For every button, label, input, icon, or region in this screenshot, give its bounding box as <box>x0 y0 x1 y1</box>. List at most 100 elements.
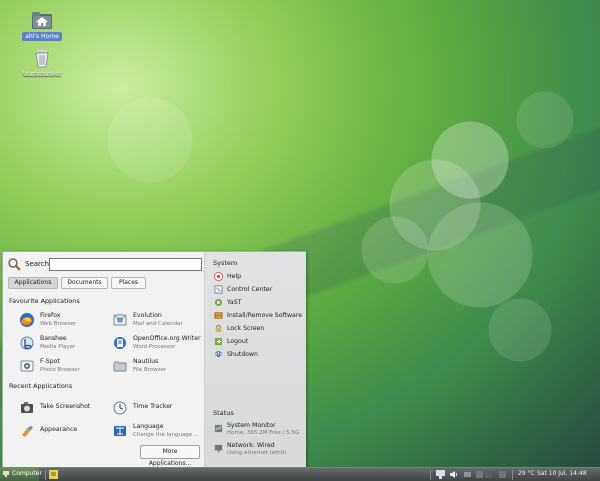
appearance-icon <box>22 425 33 437</box>
computer-menu-button[interactable]: Computer <box>0 468 42 481</box>
app-name: Firefox <box>40 312 61 319</box>
app-description: Mail and Calendar <box>133 321 183 327</box>
app-nautilus[interactable]: Nautilus File Browser <box>106 355 198 375</box>
system-item-label: YaST <box>227 299 242 306</box>
status-description: Using ethernet (eth0) <box>227 450 287 456</box>
trash-icon <box>35 50 49 68</box>
app-description: Change the language ... <box>133 432 200 438</box>
applet-icon[interactable] <box>462 469 473 480</box>
app-name: Nautilus <box>133 358 159 365</box>
system-item-label: Install/Remove Software <box>227 312 303 319</box>
logout-icon <box>214 337 223 346</box>
search-icon <box>8 258 21 271</box>
status-item-system-monitor[interactable]: System Monitor Home: 365.2M Free / 5.5G <box>213 421 303 439</box>
app-openoffice-writer[interactable]: OpenOffice.org Writer Word Processor <box>106 332 201 352</box>
desktop-icon-label: Wastebasket <box>22 71 62 78</box>
system-item-install-remove[interactable]: Install/Remove Software <box>213 310 303 322</box>
system-pane: System Help Control Center YaST Install/… <box>204 252 306 468</box>
app-language[interactable]: Language Change the language ... <box>106 420 200 440</box>
screenshot-icon <box>21 402 33 413</box>
app-f-spot[interactable]: F-Spot Photo Browser <box>13 355 105 375</box>
system-item-lock-screen[interactable]: Lock Screen <box>213 323 303 335</box>
temperature-display[interactable]: 29 °C <box>518 470 535 477</box>
tab-places[interactable]: Places <box>111 277 146 289</box>
shutdown-icon <box>214 350 223 359</box>
panel-icon[interactable] <box>497 469 508 480</box>
time-tracker-icon <box>113 401 127 415</box>
status-title: Status <box>213 409 234 417</box>
app-description: File Browser <box>133 367 167 373</box>
firefox-icon <box>20 313 34 327</box>
system-item-label: Lock Screen <box>227 325 265 332</box>
help-icon <box>214 272 223 281</box>
recent-heading: Recent Applications <box>9 382 73 390</box>
install-software-icon <box>214 312 223 319</box>
app-appearance[interactable]: Appearance <box>13 420 105 440</box>
nautilus-icon <box>113 361 127 372</box>
computer-icon <box>3 471 9 477</box>
status-name: Network: Wired <box>227 442 275 449</box>
app-name: Appearance <box>40 426 78 433</box>
evolution-icon <box>113 314 127 326</box>
more-applications-button[interactable]: More Applications... <box>140 445 200 467</box>
app-name: Evolution <box>133 312 162 319</box>
system-item-label: Shutdown <box>227 351 258 358</box>
system-item-control-center[interactable]: Control Center <box>213 284 303 296</box>
desktop-icon-label: ahl's Home <box>22 32 62 41</box>
app-evolution[interactable]: Evolution Mail and Calendar <box>106 309 198 329</box>
system-item-shutdown[interactable]: Shutdown <box>213 349 303 361</box>
taskbar-separator <box>430 470 431 480</box>
search-input[interactable] <box>49 258 202 271</box>
app-take-screenshot[interactable]: Take Screenshot <box>13 397 105 417</box>
system-item-label: Control Center <box>227 286 273 293</box>
search-label: Search: <box>25 260 52 268</box>
app-description: Media Player <box>40 344 76 350</box>
desktop-icon-wastebasket[interactable]: Wastebasket <box>12 48 72 79</box>
volume-icon[interactable] <box>448 469 459 480</box>
app-name: F-Spot <box>40 358 60 365</box>
favourites-heading: Favourite Applications <box>9 297 80 305</box>
status-item-network[interactable]: Network: Wired Using ethernet (eth0) <box>213 441 303 459</box>
app-name: Take Screenshot <box>40 403 91 410</box>
desktop-icon-home[interactable]: ahl's Home <box>12 10 72 41</box>
workspace-switcher-icon[interactable] <box>475 469 493 480</box>
system-item-label: Help <box>227 273 242 280</box>
app-description: Photo Browser <box>40 367 80 373</box>
tab-documents[interactable]: Documents <box>61 277 108 289</box>
control-center-icon <box>214 285 223 294</box>
language-icon <box>114 426 126 436</box>
app-description: Web Browser <box>40 321 77 327</box>
system-item-help[interactable]: Help <box>213 271 303 283</box>
taskbar-separator <box>512 470 513 480</box>
system-item-logout[interactable]: Logout <box>213 336 303 348</box>
home-folder-icon <box>32 12 52 29</box>
yast-icon <box>214 298 223 307</box>
notes-icon[interactable] <box>48 469 59 480</box>
app-time-tracker[interactable]: Time Tracker <box>106 397 198 417</box>
main-menu: Search: Applications Documents Places Fa… <box>2 251 306 469</box>
fspot-icon <box>20 360 34 372</box>
app-firefox[interactable]: Firefox Web Browser <box>13 309 105 329</box>
taskbar-separator <box>45 470 46 480</box>
status-name: System Monitor <box>227 422 276 429</box>
app-name: Banshee <box>40 335 67 342</box>
status-description: Home: 365.2M Free / 5.5G <box>227 430 300 436</box>
writer-icon <box>114 337 126 349</box>
app-banshee[interactable]: Banshee Media Player <box>13 332 105 352</box>
system-monitor-icon <box>214 424 223 433</box>
taskbar: Computer 29 °C Sat 10 Jul, 14:48 <box>0 467 600 481</box>
network-icon <box>214 444 223 453</box>
applications-pane: Search: Applications Documents Places Fa… <box>3 252 204 468</box>
banshee-icon <box>20 336 34 350</box>
tab-applications[interactable]: Applications <box>8 277 58 289</box>
computer-label: Computer <box>12 470 42 477</box>
app-name: Time Tracker <box>133 403 173 410</box>
network-status-icon[interactable] <box>435 469 446 480</box>
app-name: Language <box>133 423 164 430</box>
clock-display[interactable]: Sat 10 Jul, 14:48 <box>537 470 587 477</box>
system-item-yast[interactable]: YaST <box>213 297 303 309</box>
app-name: OpenOffice.org Writer <box>133 335 201 342</box>
app-description: Word Processor <box>133 344 176 350</box>
search-row: Search: <box>8 258 202 271</box>
lock-icon <box>215 324 222 333</box>
